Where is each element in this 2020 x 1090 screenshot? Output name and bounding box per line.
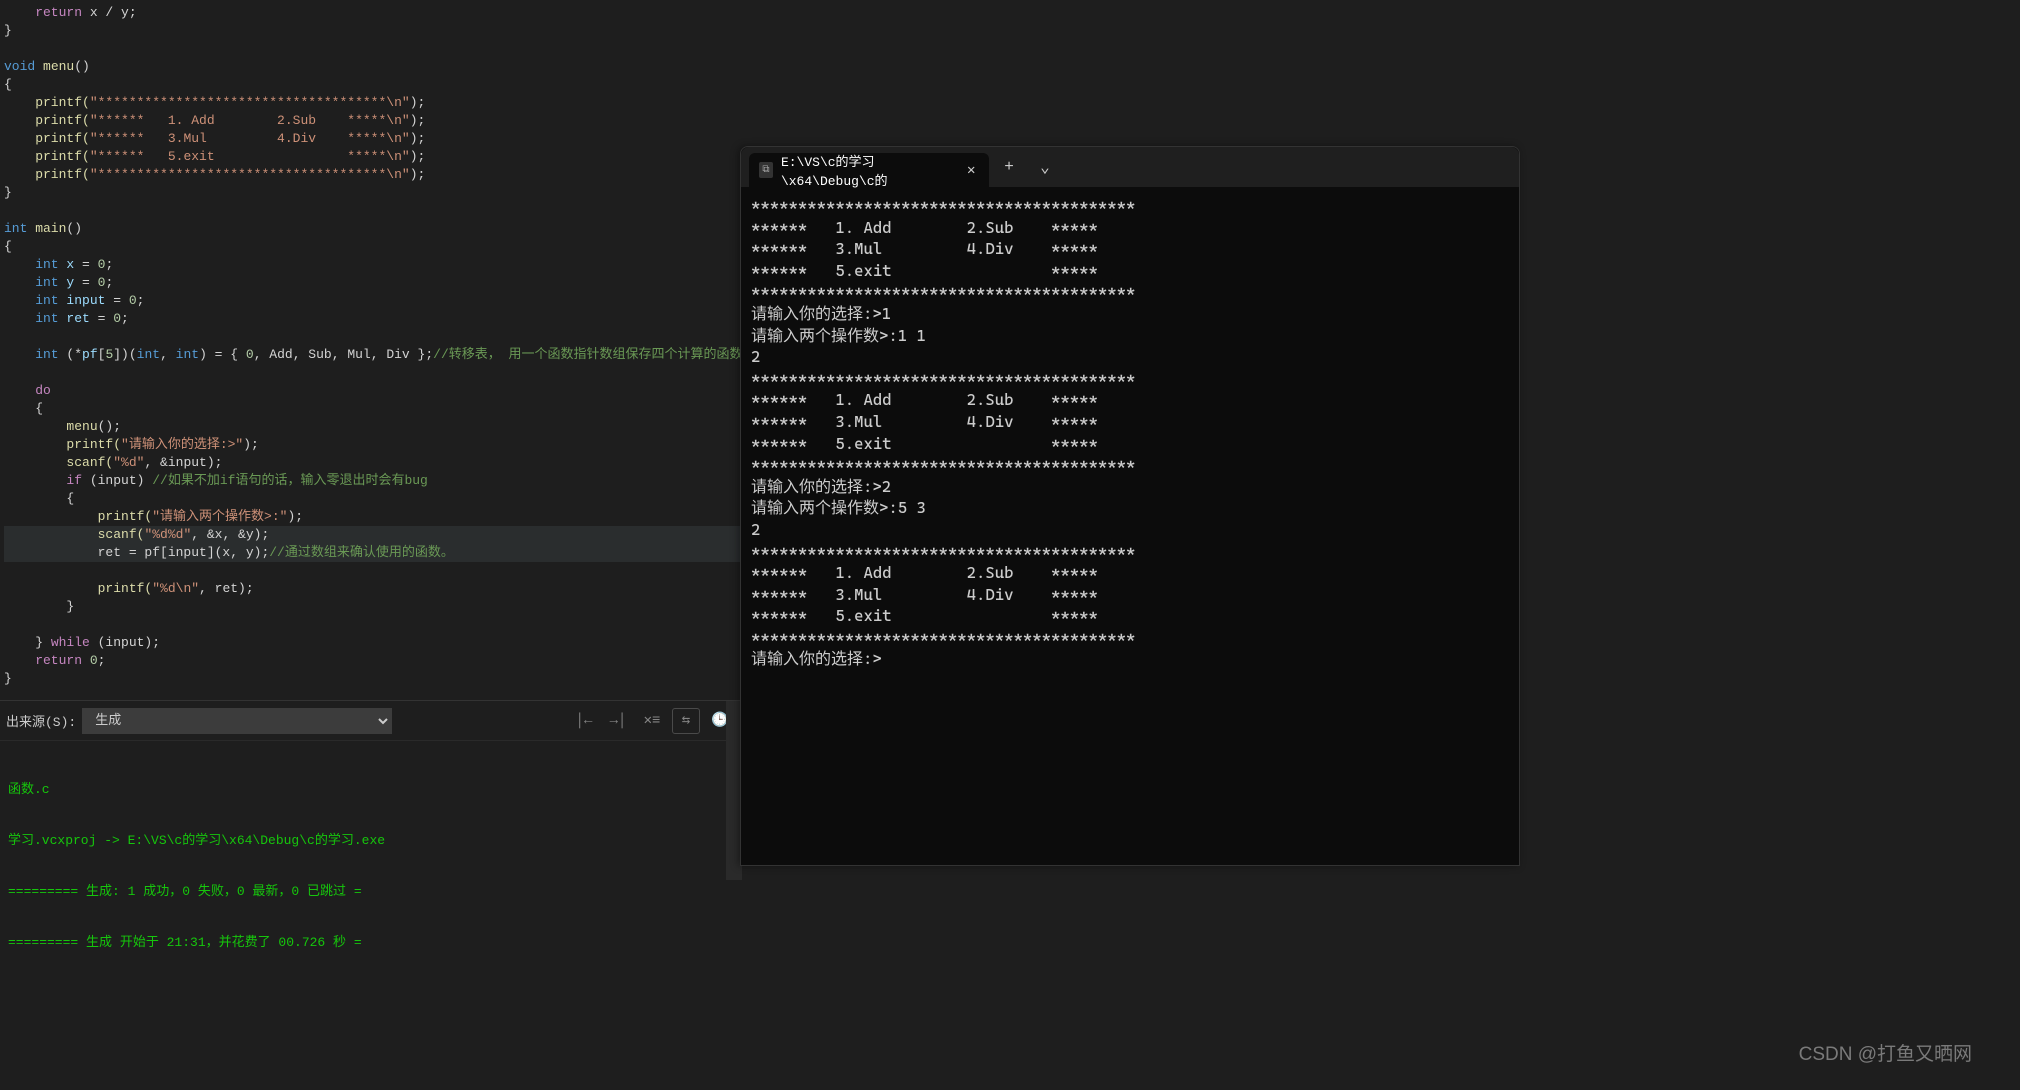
output-source-select[interactable]: 生成 [82, 708, 392, 734]
code-line[interactable] [4, 328, 740, 346]
code-line[interactable]: return 0; [4, 652, 740, 670]
terminal-icon: ⧉ [759, 162, 773, 178]
code-line[interactable]: printf("请输入你的选择:>"); [4, 436, 740, 454]
close-icon[interactable]: ✕ [963, 162, 979, 179]
code-line[interactable]: printf("********************************… [4, 94, 740, 112]
terminal-titlebar[interactable]: ⧉ E:\VS\c的学习\x64\Debug\c的 ✕ + ⌄ [741, 147, 1519, 187]
new-tab-button[interactable]: + [993, 158, 1025, 176]
code-line[interactable] [4, 616, 740, 634]
code-line[interactable]: int main() [4, 220, 740, 238]
code-line[interactable] [4, 562, 740, 580]
clear-icon[interactable]: ✕≡ [638, 708, 666, 734]
prev-message-icon[interactable]: │← [570, 708, 598, 734]
code-line[interactable]: int (*pf[5])(int, int) = { 0, Add, Sub, … [4, 346, 740, 364]
build-output[interactable]: 函数.c 学习.vcxproj -> E:\VS\c的学习\x64\Debug\… [0, 741, 740, 991]
code-line[interactable]: return x / y; [4, 4, 740, 22]
output-toolbar: 出来源(S): 生成 │← →│ ✕≡ ⇆ 🕒 [0, 701, 740, 741]
output-line: 函数.c [8, 781, 732, 798]
code-line[interactable]: scanf("%d%d", &x, &y); [4, 526, 740, 544]
watermark: CSDN @打鱼又晒网 [1799, 1039, 1972, 1066]
code-line[interactable] [4, 364, 740, 382]
output-source-label: 出来源(S): [6, 711, 76, 730]
code-line[interactable]: int x = 0; [4, 256, 740, 274]
code-line[interactable]: printf("请输入两个操作数>:"); [4, 508, 740, 526]
terminal-output[interactable]: ****************************************… [741, 187, 1519, 678]
code-line[interactable]: int input = 0; [4, 292, 740, 310]
tab-dropdown-icon[interactable]: ⌄ [1029, 157, 1061, 177]
terminal-tab[interactable]: ⧉ E:\VS\c的学习\x64\Debug\c的 ✕ [749, 153, 989, 187]
code-line[interactable]: } [4, 22, 740, 40]
terminal-window: ⧉ E:\VS\c的学习\x64\Debug\c的 ✕ + ⌄ ********… [740, 146, 1520, 866]
terminal-tab-title: E:\VS\c的学习\x64\Debug\c的 [781, 151, 955, 189]
code-line[interactable]: { [4, 238, 740, 256]
next-message-icon[interactable]: →│ [604, 708, 632, 734]
code-editor[interactable]: return x / y; } void menu() { printf("**… [0, 0, 740, 700]
output-panel: 出来源(S): 生成 │← →│ ✕≡ ⇆ 🕒 函数.c 学习.vcxproj … [0, 700, 740, 880]
code-line[interactable]: printf("%d\n", ret); [4, 580, 740, 598]
code-line[interactable]: if (input) //如果不加if语句的话，输入零退出时会有bug [4, 472, 740, 490]
code-line[interactable]: int y = 0; [4, 274, 740, 292]
code-line[interactable]: menu(); [4, 418, 740, 436]
code-line[interactable]: } while (input); [4, 634, 740, 652]
code-line[interactable]: } [4, 184, 740, 202]
code-line[interactable]: { [4, 400, 740, 418]
output-line: ========= 生成 开始于 21:31，并花费了 00.726 秒 = [8, 934, 732, 951]
code-line[interactable] [4, 40, 740, 58]
code-line[interactable]: printf("****** 1. Add 2.Sub *****\n"); [4, 112, 740, 130]
code-line[interactable]: scanf("%d", &input); [4, 454, 740, 472]
code-line[interactable]: printf("****** 5.exit *****\n"); [4, 148, 740, 166]
code-line[interactable]: do [4, 382, 740, 400]
code-line[interactable]: { [4, 76, 740, 94]
code-line-highlighted[interactable]: ret = pf[input](x, y);//通过数组来确认使用的函数。 [4, 544, 740, 562]
code-line[interactable]: int ret = 0; [4, 310, 740, 328]
code-line[interactable]: printf("****** 3.Mul 4.Div *****\n"); [4, 130, 740, 148]
code-line[interactable]: void menu() [4, 58, 740, 76]
output-line: 学习.vcxproj -> E:\VS\c的学习\x64\Debug\c的学习.… [8, 832, 732, 849]
wrap-icon[interactable]: ⇆ [672, 708, 700, 734]
code-line[interactable]: printf("********************************… [4, 166, 740, 184]
code-line[interactable] [4, 202, 740, 220]
output-line: ========= 生成: 1 成功，0 失败，0 最新，0 已跳过 = [8, 883, 732, 900]
code-line[interactable]: } [4, 598, 740, 616]
code-line[interactable]: } [4, 670, 740, 688]
code-line[interactable]: { [4, 490, 740, 508]
